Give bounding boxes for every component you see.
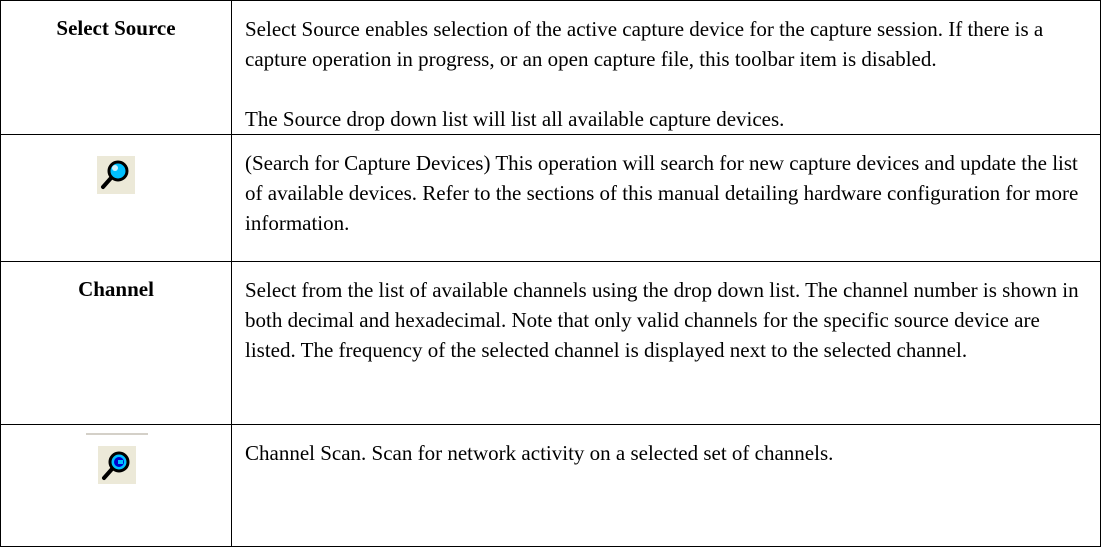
description-cell: (Search for Capture Devices) This operat…: [231, 134, 1101, 262]
description-text: Channel Scan. Scan for network activity …: [245, 441, 834, 465]
select-source-label: Select Source: [56, 16, 176, 40]
description-cell: Select Source enables selection of the a…: [231, 0, 1101, 135]
search-devices-icon: [97, 156, 135, 194]
description-text: The Source drop down list will list all …: [245, 107, 785, 131]
description-text: (Search for Capture Devices) This operat…: [245, 151, 1079, 235]
key-cell: [0, 134, 232, 262]
key-cell: [0, 424, 232, 547]
table-row: Select Source Select Source enables sele…: [0, 0, 1101, 135]
table-row: (Search for Capture Devices) This operat…: [0, 134, 1101, 262]
table-row: Channel Scan. Scan for network activity …: [0, 424, 1101, 547]
description-cell: Select from the list of available channe…: [231, 261, 1101, 425]
table-row: Channel Select from the list of availabl…: [0, 261, 1101, 425]
description-text: Select from the list of available channe…: [245, 278, 1079, 362]
toolbar-separator: [86, 433, 148, 435]
description-cell: Channel Scan. Scan for network activity …: [231, 424, 1101, 547]
channel-scan-icon: [98, 446, 136, 484]
description-text: Select Source enables selection of the a…: [245, 17, 1044, 71]
key-cell: Select Source: [0, 0, 232, 135]
toolbar-reference-table: Select Source Select Source enables sele…: [0, 0, 1101, 547]
channel-label: Channel: [78, 277, 154, 301]
toolbar-separator-highlight: [86, 436, 148, 437]
key-cell: Channel: [0, 261, 232, 425]
